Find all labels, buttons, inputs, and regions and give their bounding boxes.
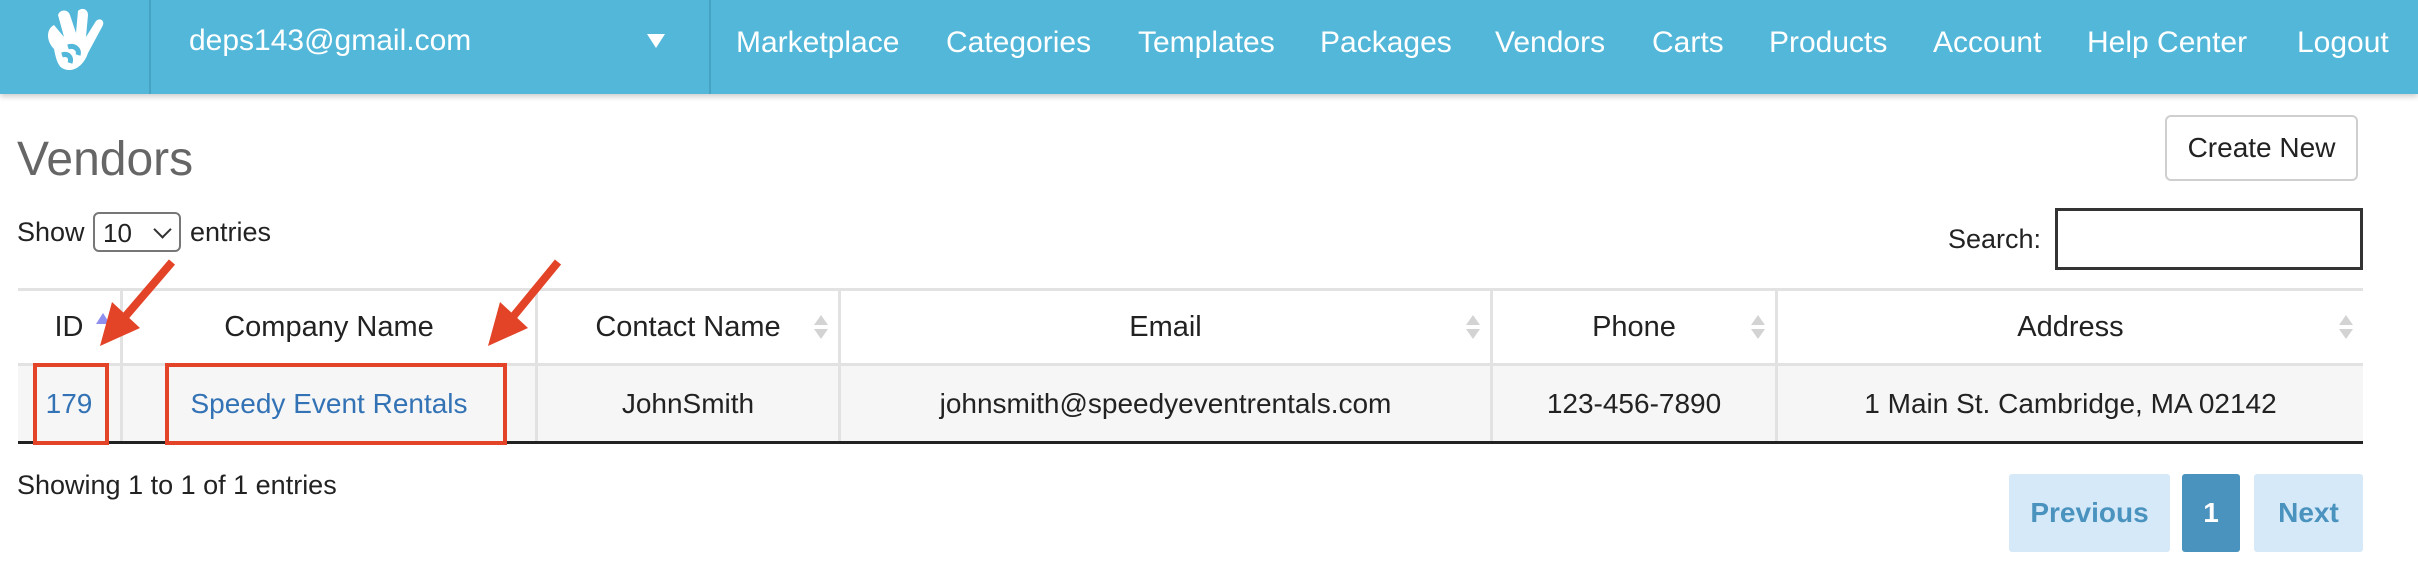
top-nav-bar: deps143@gmail.com Marketplace Categories… bbox=[0, 0, 2418, 94]
nav-carts[interactable]: Carts bbox=[1652, 26, 1724, 60]
search-input[interactable] bbox=[2055, 208, 2363, 270]
column-header-label: Email bbox=[1129, 310, 1202, 343]
sort-icon bbox=[814, 313, 828, 343]
column-header-label: ID bbox=[54, 310, 84, 343]
page-size-value: 10 bbox=[103, 218, 132, 248]
page-size-select[interactable]: 10 bbox=[93, 212, 181, 252]
cell-address: 1 Main St. Cambridge, MA 02142 bbox=[1778, 366, 2363, 441]
cell-contact-name: JohnSmith bbox=[538, 366, 841, 441]
column-header-address[interactable]: Address bbox=[1778, 291, 2363, 363]
column-header-label: Phone bbox=[1592, 310, 1676, 343]
nav-products[interactable]: Products bbox=[1769, 26, 1887, 60]
entries-label: entries bbox=[190, 217, 272, 247]
show-label: Show bbox=[17, 217, 85, 247]
column-header-label: Company Name bbox=[224, 310, 434, 343]
hand-logo-icon bbox=[47, 8, 103, 71]
dropdown-caret-icon bbox=[647, 34, 665, 48]
nav-help-center[interactable]: Help Center bbox=[2087, 26, 2247, 60]
next-page-button[interactable]: Next bbox=[2254, 474, 2363, 552]
logo[interactable] bbox=[0, 0, 151, 94]
chevron-down-icon bbox=[153, 220, 172, 239]
sort-icon bbox=[2339, 313, 2353, 343]
nav-account[interactable]: Account bbox=[1933, 26, 2041, 60]
page-1-button[interactable]: 1 bbox=[2182, 474, 2240, 552]
nav-logout[interactable]: Logout bbox=[2297, 26, 2389, 60]
cell-phone: 123-456-7890 bbox=[1493, 366, 1778, 441]
nav-templates[interactable]: Templates bbox=[1138, 26, 1275, 60]
column-header-email[interactable]: Email bbox=[841, 291, 1493, 363]
email-text: johnsmith@speedyeventrentals.com bbox=[939, 387, 1392, 419]
table-info: Showing 1 to 1 of 1 entries bbox=[17, 470, 337, 500]
nav-vendors[interactable]: Vendors bbox=[1495, 26, 1605, 60]
company-highlight-box bbox=[165, 363, 507, 445]
sort-icon bbox=[1466, 313, 1480, 343]
column-header-label: Contact Name bbox=[595, 310, 781, 343]
previous-page-button[interactable]: Previous bbox=[2009, 474, 2170, 552]
account-dropdown[interactable]: deps143@gmail.com bbox=[151, 0, 711, 94]
column-header-company-name[interactable]: Company Name bbox=[123, 291, 538, 363]
column-header-contact-name[interactable]: Contact Name bbox=[538, 291, 841, 363]
id-highlight-box bbox=[33, 363, 109, 445]
nav-packages[interactable]: Packages bbox=[1320, 26, 1452, 60]
table-header-row: ID Company Name Contact Name Email Phone… bbox=[18, 288, 2363, 366]
column-header-phone[interactable]: Phone bbox=[1493, 291, 1778, 363]
nav-marketplace[interactable]: Marketplace bbox=[736, 26, 899, 60]
column-header-id[interactable]: ID bbox=[18, 291, 123, 363]
sort-icon bbox=[1751, 313, 1765, 343]
search-label: Search: bbox=[1948, 224, 2042, 254]
nav-categories[interactable]: Categories bbox=[946, 26, 1091, 60]
contact-name-text: JohnSmith bbox=[621, 387, 755, 419]
phone-text: 123-456-7890 bbox=[1546, 387, 1722, 419]
page-title: Vendors bbox=[17, 133, 194, 186]
address-text: 1 Main St. Cambridge, MA 02142 bbox=[1864, 387, 2277, 419]
cell-email: johnsmith@speedyeventrentals.com bbox=[841, 366, 1493, 441]
column-header-label: Address bbox=[2017, 310, 2124, 343]
create-new-button[interactable]: Create New bbox=[2165, 115, 2358, 181]
account-email: deps143@gmail.com bbox=[189, 24, 472, 57]
sort-ascending-icon bbox=[96, 313, 110, 324]
